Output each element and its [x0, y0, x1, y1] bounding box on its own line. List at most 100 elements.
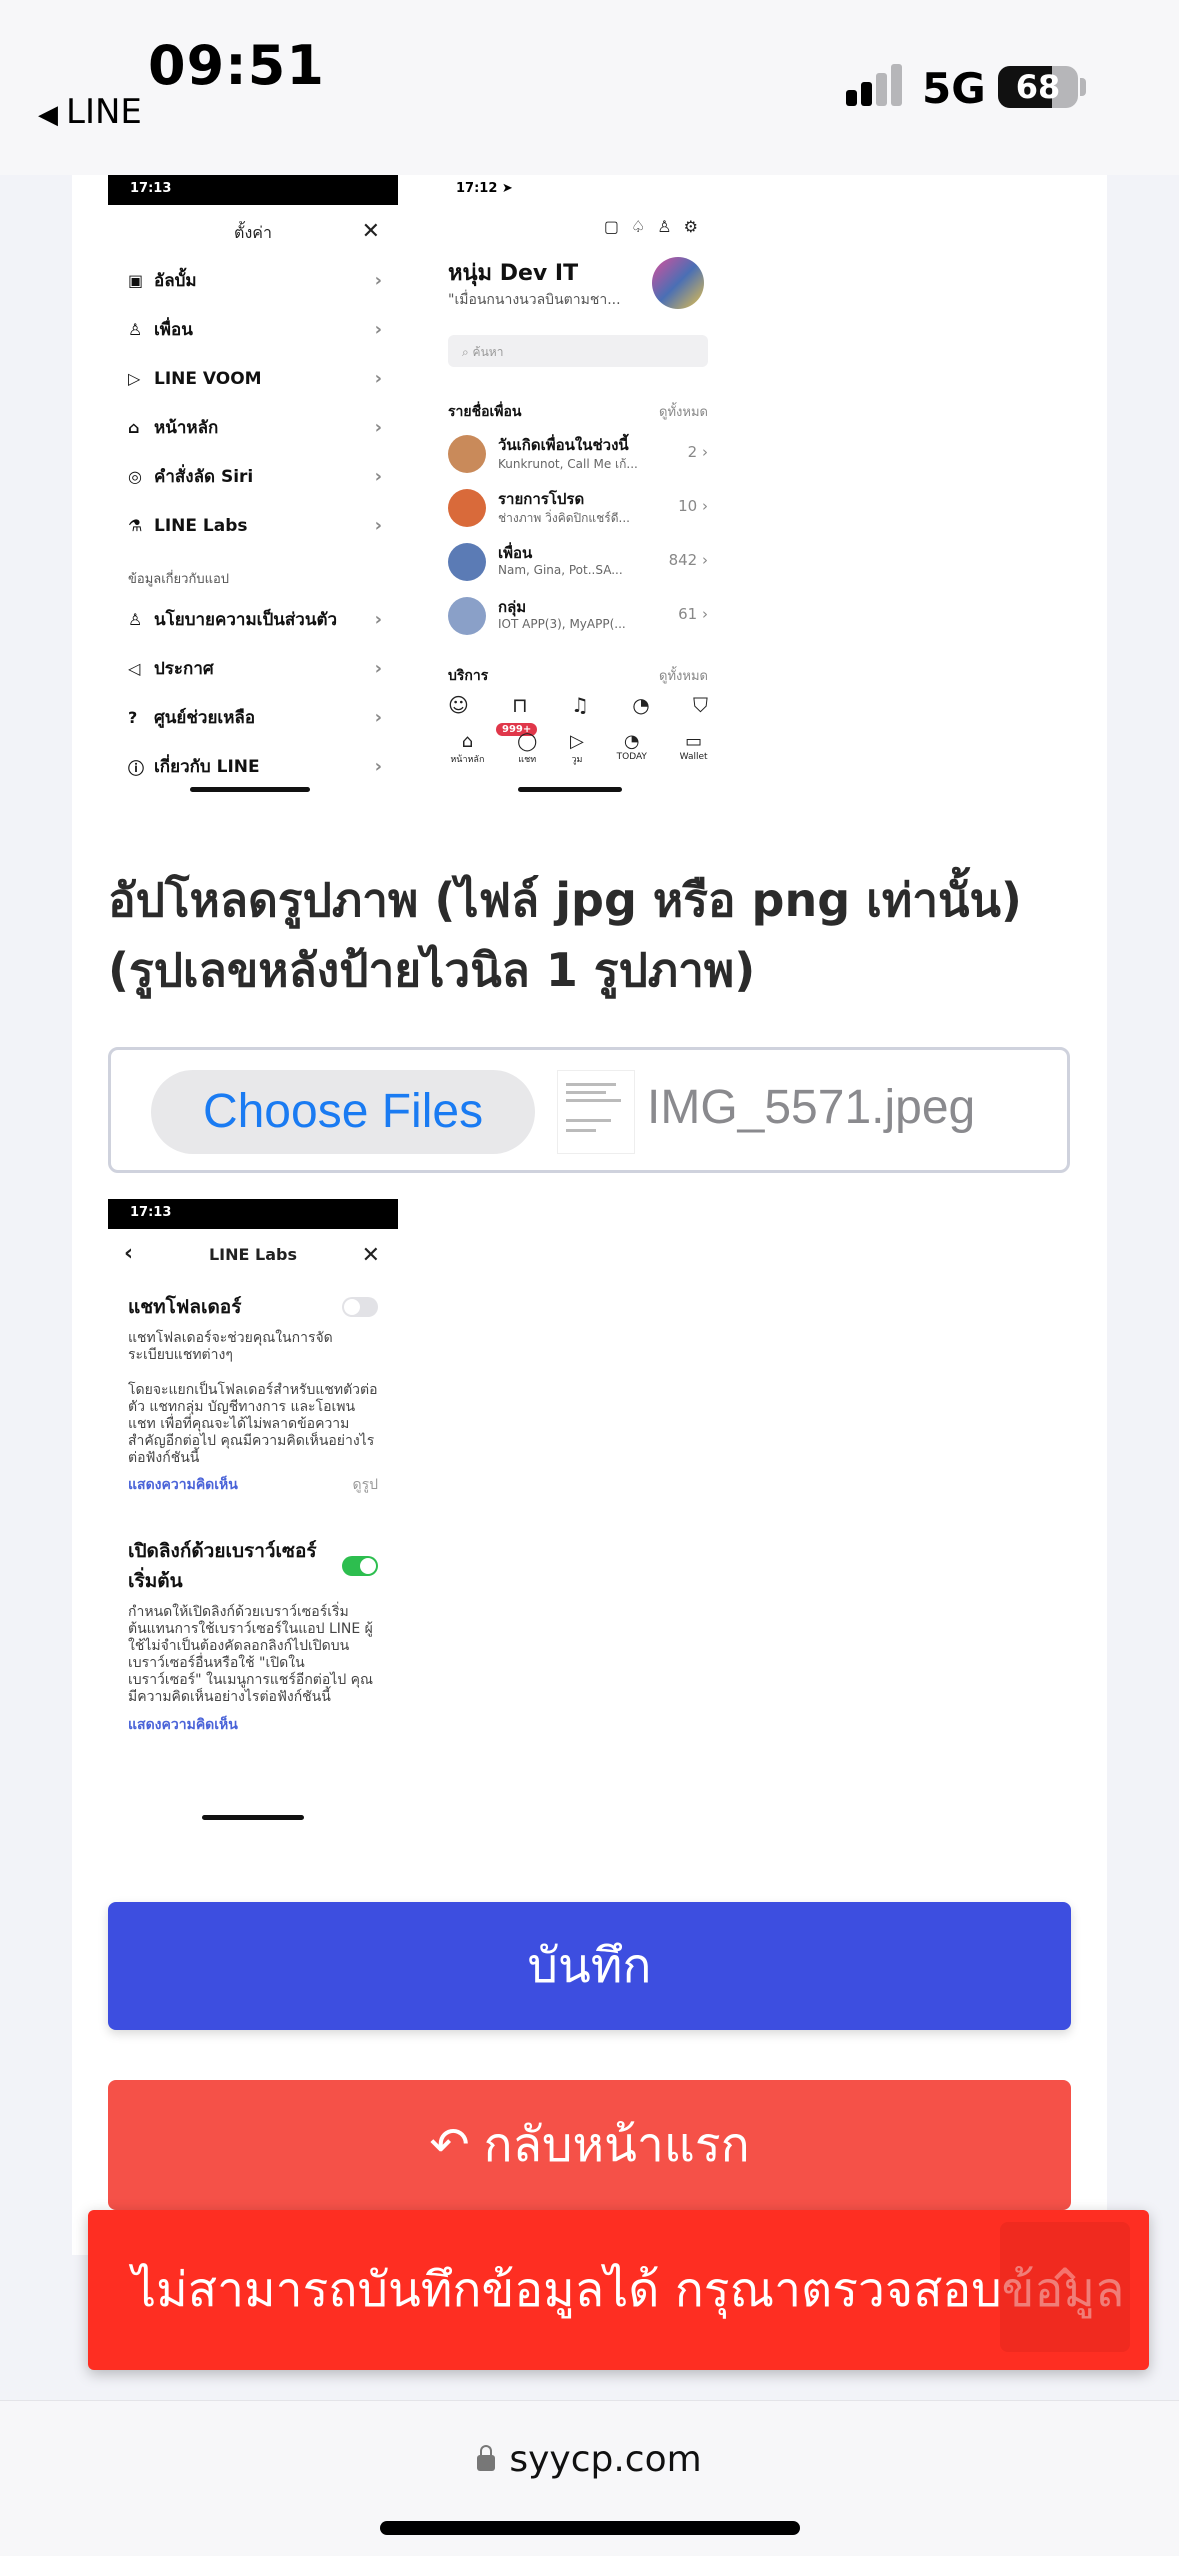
- chevron-right-icon: ›: [374, 466, 382, 487]
- thumb-services-header: บริการ ดูทั้งหมด: [448, 668, 708, 684]
- avatar: [652, 257, 704, 309]
- row-icon: ◁: [128, 659, 141, 678]
- settings-row: ⚗ LINE Labs ›: [128, 515, 382, 536]
- settings-row: ? ศูนย์ช่วยเหลือ ›: [128, 707, 382, 728]
- signal-icon: [846, 62, 906, 106]
- preview-home-screenshot: 17:12 ➤ ▢♤♙⚙ หนุ่ม Dev IT "เมื่อนกนางนวล…: [434, 175, 724, 800]
- avatar: [448, 435, 486, 473]
- browser-address-bar[interactable]: syycp.com: [0, 2400, 1179, 2556]
- thumb-status-bar: 17:13: [108, 175, 398, 205]
- thumb-profile-status: "เมื่อนกนางนวลบินตามชา...: [448, 292, 621, 308]
- tab-icon: ◔: [623, 731, 640, 752]
- selected-file-name: IMG_5571.jpeg: [647, 1081, 976, 1134]
- list-item: วันเกิดเพื่อนในช่วงนี้ Kunkrunot, Call Me…: [448, 431, 708, 477]
- settings-row: ⌂ หน้าหลัก ›: [128, 417, 382, 438]
- close-icon: ✕: [361, 219, 380, 244]
- chevron-right-icon: ›: [374, 609, 382, 630]
- form-card: 17:13 ตั้งค่า ✕ ▣ อัลบั้ม › ♙ เพื่อน › ▷ LINE VO…: [72, 175, 1107, 2255]
- tab-item: ▭ Wallet: [679, 731, 708, 762]
- settings-row: ♙ นโยบายความเป็นส่วนตัว ›: [128, 609, 382, 630]
- row-icon: ⌂: [128, 418, 140, 437]
- error-toast: ไม่สามารถบันทึกข้อมูลได้ กรุณาตรวจสอบข้อ…: [88, 2210, 1149, 2370]
- preview-uploaded-image: 17:13 ‹ LINE Labs ✕ แชทโฟลเดอร์ แชทโฟลเดอร…: [108, 1199, 398, 1859]
- tab-icon: ◯: [517, 731, 538, 752]
- row-icon: ♙: [128, 610, 143, 629]
- thumb-service-icons: ☺ ⊓ ♫ ◔ ⛉: [448, 693, 708, 717]
- tab-icon: ▭: [685, 731, 703, 752]
- settings-row: ◎ คำสั่งลัด Siri ›: [128, 466, 382, 487]
- upload-label: อัปโหลดรูปภาพ (ไฟล์ jpg หรือ png เท่านั้…: [108, 873, 1022, 997]
- chevron-right-icon: ›: [374, 707, 382, 728]
- thumb-friends-header: รายชื่อเพื่อน ดูทั้งหมด: [448, 404, 708, 420]
- back-home-button[interactable]: ↶ กลับหน้าแรก: [108, 2080, 1071, 2210]
- row-icon: ♙: [128, 320, 143, 339]
- back-to-app-link[interactable]: ◀ LINE: [38, 92, 142, 132]
- chevron-right-icon: ›: [374, 515, 382, 536]
- row-icon: ?: [128, 708, 138, 727]
- chevron-right-icon: ›: [374, 658, 382, 679]
- toggle-off: [342, 1297, 378, 1317]
- clock: 09:51: [148, 34, 325, 97]
- settings-row: ♙ เพื่อน ›: [128, 319, 382, 340]
- tab-icon: ▷: [570, 731, 584, 752]
- chevron-up-icon: ⌃: [1044, 2258, 1086, 2316]
- list-item: รายการโปรด ช่างภาพ วิ่งคิดปิกแชร์ดี... 10 …: [448, 485, 708, 531]
- tab-item: ◯ แชท: [517, 731, 538, 765]
- status-bar: 09:51 ◀ LINE 5G 68: [0, 0, 1179, 175]
- selected-file-thumbnail: [557, 1070, 635, 1154]
- thumb-section-label: ข้อมูลเกี่ยวกับแอป: [128, 572, 230, 587]
- avatar: [448, 489, 486, 527]
- thumb-status-bar: 17:12 ➤: [434, 175, 724, 205]
- file-input[interactable]: Choose Files IMG_5571.jpeg: [108, 1047, 1070, 1173]
- chevron-right-icon: ›: [374, 319, 382, 340]
- list-item: เพื่อน Nam, Gina, Pot..SA... 842 ›: [448, 539, 708, 585]
- chevron-right-icon: ›: [374, 756, 382, 777]
- home-indicator: [380, 2521, 800, 2535]
- scroll-to-top-button[interactable]: ⌃: [1000, 2222, 1130, 2352]
- tab-icon: ⌂: [461, 731, 474, 752]
- back-triangle-icon: ◀: [38, 100, 58, 130]
- tab-item: ⌂ หน้าหลัก: [450, 731, 485, 765]
- row-icon: ◎: [128, 467, 142, 486]
- settings-row: ▣ อัลบั้ม ›: [128, 270, 382, 291]
- thumb-settings-title: ตั้งค่า ✕: [234, 219, 380, 244]
- thumb-search-box: ⌕ ค้นหา: [448, 335, 708, 367]
- labs-feedback-link: แสดงความคิดเห็น: [128, 1717, 238, 1733]
- url-display[interactable]: syycp.com: [0, 2439, 1179, 2480]
- network-label: 5G: [922, 64, 986, 113]
- error-message: ไม่สามารถบันทึกข้อมูลได้ กรุณาตรวจสอบข้อ…: [132, 2262, 1125, 2318]
- settings-row: ⓘ เกี่ยวกับ LINE ›: [128, 756, 382, 778]
- tab-item: ◔ TODAY: [616, 731, 647, 762]
- thumb-profile-name: หนุ่ม Dev IT: [448, 261, 579, 286]
- lock-icon: [477, 2445, 496, 2471]
- row-icon: ▣: [128, 271, 144, 290]
- preview-settings-screenshot: 17:13 ตั้งค่า ✕ ▣ อัลบั้ม › ♙ เพื่อน › ▷ LINE VO…: [108, 175, 398, 800]
- chevron-right-icon: ›: [374, 270, 382, 291]
- row-icon: ⓘ: [128, 758, 145, 778]
- close-icon: ✕: [361, 1243, 380, 1268]
- thumb-header-icons: ▢♤♙⚙: [603, 217, 710, 236]
- row-icon: ⚗: [128, 516, 143, 535]
- battery-tip: [1080, 78, 1086, 96]
- save-button[interactable]: บันทึก: [108, 1902, 1071, 2030]
- thumb-tab-bar: ⌂ หน้าหลัก ◯ แชท ▷ วูม ◔ TODAY ▭ Wallet: [434, 731, 724, 766]
- labs-item-chat-folder: แชทโฟลเดอร์: [108, 1274, 398, 1326]
- list-item: กลุ่ม IOT APP(3), MyAPP(... 61 ›: [448, 593, 708, 639]
- tab-item: ▷ วูม: [570, 731, 584, 765]
- reply-arrow-icon: ↶: [429, 2117, 470, 2173]
- choose-files-button[interactable]: Choose Files: [151, 1070, 535, 1154]
- chevron-right-icon: ›: [374, 417, 382, 438]
- row-icon: ▷: [128, 369, 141, 388]
- avatar: [448, 597, 486, 635]
- battery-icon: 68: [998, 66, 1078, 108]
- toggle-on: [342, 1556, 378, 1576]
- battery-level: 68: [1015, 68, 1061, 106]
- avatar: [448, 543, 486, 581]
- back-chevron-icon: ‹: [124, 1241, 134, 1266]
- labs-feedback-link: แสดงความคิดเห็น ดูรูป: [128, 1477, 378, 1493]
- back-app-label: LINE: [66, 92, 142, 132]
- chevron-right-icon: ›: [374, 368, 382, 389]
- thumb-status-bar: 17:13: [108, 1199, 398, 1229]
- thumb-labs-title: ‹ LINE Labs ✕: [124, 1241, 380, 1268]
- labs-item-browser: เปิดลิงก์ด้วยเบราว์เซอร์เริ่มต้น: [108, 1496, 398, 1600]
